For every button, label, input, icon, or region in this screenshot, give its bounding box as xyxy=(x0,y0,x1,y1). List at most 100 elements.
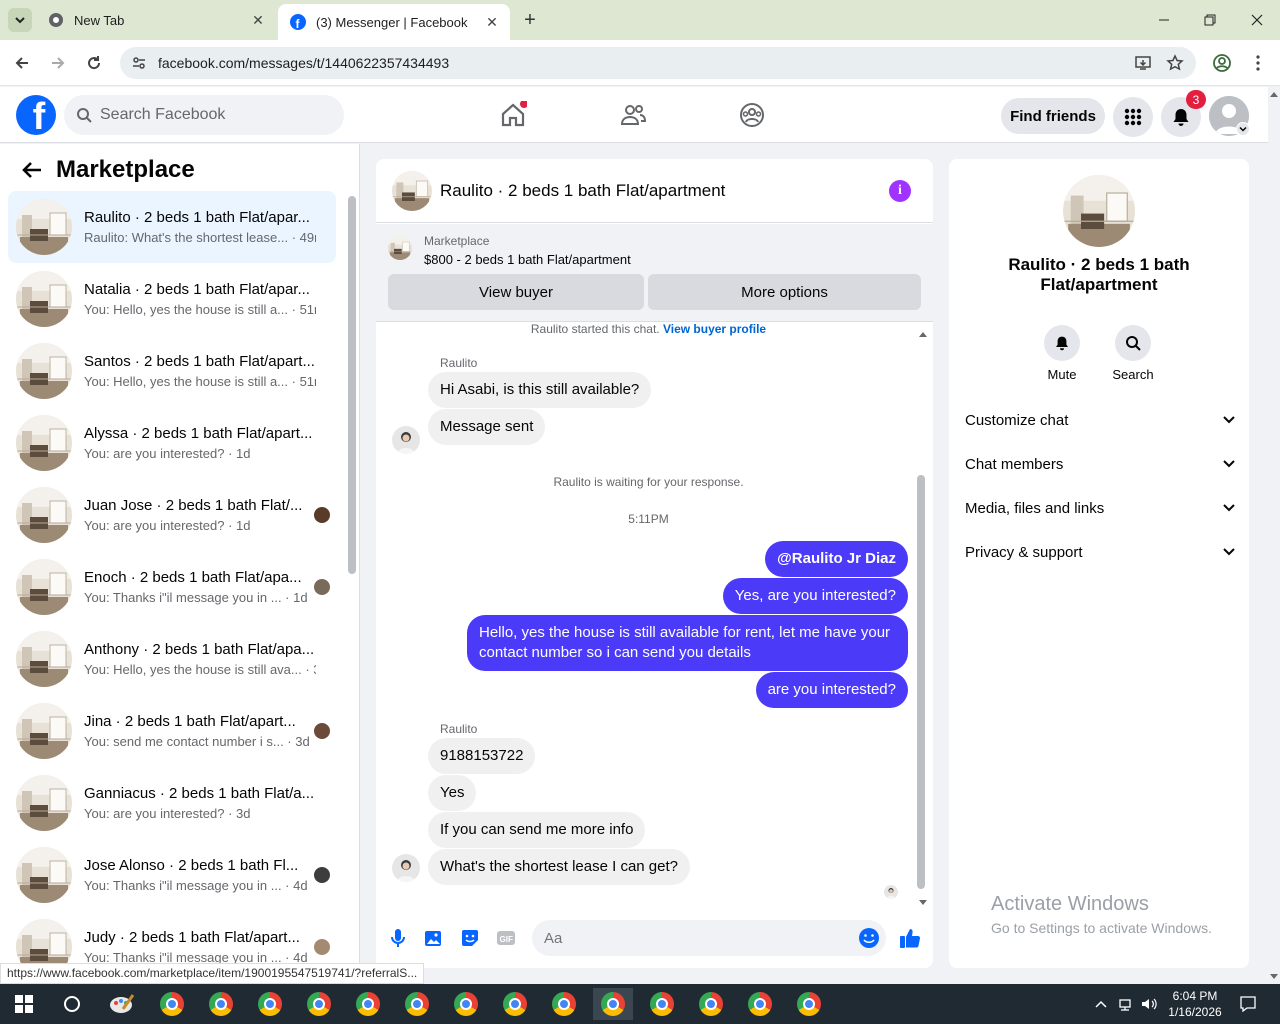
incoming-message[interactable]: If you can send me more info xyxy=(428,812,646,848)
incoming-message[interactable]: 9188153722 xyxy=(428,738,536,774)
chrome-taskbar-icon[interactable] xyxy=(691,988,731,1020)
message-input-field[interactable] xyxy=(532,920,886,956)
back-arrow-icon[interactable] xyxy=(18,156,46,184)
find-friends-button[interactable]: Find friends xyxy=(1001,98,1105,134)
chrome-taskbar-icon[interactable] xyxy=(544,988,584,1020)
like-thumbs-up-icon[interactable] xyxy=(892,920,928,956)
conversation-item[interactable]: Enoch · 2 beds 1 bath Flat/apa... You: Th… xyxy=(8,551,336,623)
emoji-icon[interactable] xyxy=(858,927,880,954)
incoming-message[interactable]: What's the shortest lease I can get? xyxy=(428,849,690,885)
chrome-taskbar-icon[interactable] xyxy=(397,988,437,1020)
listing-price-title[interactable]: $800 - 2 beds 1 bath Flat/apartment xyxy=(424,252,631,267)
paint-app-icon[interactable] xyxy=(102,988,142,1020)
home-nav-icon[interactable] xyxy=(493,95,533,135)
incoming-message[interactable]: Message sent xyxy=(428,409,546,445)
install-app-icon[interactable] xyxy=(1132,52,1154,74)
conversation-item[interactable]: Jina · 2 beds 1 bath Flat/apart... You: s… xyxy=(8,695,336,767)
notification-center-icon[interactable] xyxy=(1228,988,1268,1020)
tab-search-menu-button[interactable] xyxy=(8,8,32,32)
facebook-search[interactable] xyxy=(64,95,344,135)
conversation-item[interactable]: Juan Jose · 2 beds 1 bath Flat/... You: a… xyxy=(8,479,336,551)
outgoing-message[interactable]: Yes, are you interested? xyxy=(722,578,908,614)
chrome-taskbar-icon[interactable] xyxy=(642,988,682,1020)
tab-messenger[interactable]: f (3) Messenger | Facebook ✕ xyxy=(278,4,510,40)
scrollbar[interactable] xyxy=(917,475,925,889)
close-tab-icon[interactable]: ✕ xyxy=(482,12,502,32)
info-icon[interactable]: i xyxy=(889,179,911,202)
scroll-up-icon[interactable] xyxy=(918,325,928,343)
facebook-logo[interactable]: f xyxy=(16,95,56,135)
chat-members-section[interactable]: Chat members xyxy=(965,444,1235,484)
chrome-taskbar-icon[interactable] xyxy=(446,988,486,1020)
menu-grid-icon[interactable] xyxy=(1113,97,1153,137)
scrollbar[interactable] xyxy=(348,196,356,574)
page-scrollbar[interactable] xyxy=(1268,87,1280,984)
groups-nav-icon[interactable] xyxy=(732,95,772,135)
chat-title[interactable]: Raulito · 2 beds 1 bath Flat/apartment xyxy=(440,181,889,201)
conversation-item[interactable]: Natalia · 2 beds 1 bath Flat/apar... You:… xyxy=(8,263,336,335)
photo-icon[interactable] xyxy=(416,920,452,956)
back-arrow-icon[interactable] xyxy=(10,51,34,75)
search-circle-icon[interactable] xyxy=(52,988,92,1020)
chrome-taskbar-icon[interactable] xyxy=(495,988,535,1020)
incoming-message[interactable]: Hi Asabi, is this still available? xyxy=(428,372,652,408)
sticker-icon[interactable] xyxy=(452,920,488,956)
search-input[interactable] xyxy=(100,106,320,124)
outgoing-message[interactable]: are you interested? xyxy=(755,672,908,708)
new-tab-button[interactable]: + xyxy=(518,9,542,31)
chrome-taskbar-icon[interactable] xyxy=(250,988,290,1020)
restore-icon[interactable] xyxy=(1198,8,1222,32)
conversation-item[interactable]: Raulito · 2 beds 1 bath Flat/apar... Raul… xyxy=(8,191,336,263)
view-buyer-button[interactable]: View buyer xyxy=(388,274,644,310)
media-files-links-section[interactable]: Media, files and links xyxy=(965,488,1235,528)
profile-icon[interactable] xyxy=(1210,51,1234,75)
windows-start-icon[interactable] xyxy=(4,988,44,1020)
site-info-icon[interactable] xyxy=(130,54,148,72)
scroll-down-icon[interactable] xyxy=(1268,972,1280,982)
mute-button[interactable]: Mute xyxy=(1032,325,1092,382)
chrome-taskbar-icon[interactable] xyxy=(740,988,780,1020)
address-bar[interactable]: facebook.com/messages/t/1440622357434493 xyxy=(120,47,1196,79)
conversation-item[interactable]: Alyssa · 2 beds 1 bath Flat/apart... You:… xyxy=(8,407,336,479)
gif-icon[interactable]: GIF xyxy=(488,920,524,956)
message-input[interactable] xyxy=(544,929,844,947)
tray-chevron-up-icon[interactable] xyxy=(1094,999,1108,1009)
incoming-message[interactable]: Yes xyxy=(428,775,477,811)
close-window-icon[interactable] xyxy=(1245,8,1269,32)
reload-icon[interactable] xyxy=(82,51,106,75)
bookmark-star-icon[interactable] xyxy=(1164,52,1186,74)
chrome-taskbar-icon[interactable] xyxy=(593,988,633,1020)
conversation-item[interactable]: Jose Alonso · 2 beds 1 bath Fl... You: Th… xyxy=(8,839,336,911)
taskbar-clock[interactable]: 6:04 PM 1/16/2026 xyxy=(1160,988,1230,1020)
chrome-taskbar-icon[interactable] xyxy=(299,988,339,1020)
chrome-taskbar-icon[interactable] xyxy=(789,988,829,1020)
tab-new-tab[interactable]: New Tab ✕ xyxy=(36,4,276,36)
conversation-item[interactable]: Santos · 2 beds 1 bath Flat/apart... You:… xyxy=(8,335,336,407)
view-buyer-profile-link[interactable]: View buyer profile xyxy=(663,322,766,336)
privacy-support-section[interactable]: Privacy & support xyxy=(965,532,1235,572)
volume-icon[interactable] xyxy=(1140,996,1158,1012)
more-menu-icon[interactable] xyxy=(1246,51,1270,75)
sender-avatar[interactable] xyxy=(392,854,420,882)
customize-chat-section[interactable]: Customize chat xyxy=(965,400,1235,440)
account-chevron-icon[interactable] xyxy=(1236,122,1250,136)
forward-arrow-icon[interactable] xyxy=(46,51,70,75)
close-tab-icon[interactable]: ✕ xyxy=(248,10,268,30)
chrome-taskbar-icon[interactable] xyxy=(201,988,241,1020)
conversation-item[interactable]: Ganniacus · 2 beds 1 bath Flat/a... You: … xyxy=(8,767,336,839)
friends-nav-icon[interactable] xyxy=(613,95,653,135)
conversation-item[interactable]: Anthony · 2 beds 1 bath Flat/apa... You: … xyxy=(8,623,336,695)
chrome-taskbar-icon[interactable] xyxy=(152,988,192,1020)
listing-thumbnail-large[interactable] xyxy=(1063,175,1135,247)
network-icon[interactable] xyxy=(1118,996,1136,1012)
outgoing-message[interactable]: @Raulito Jr Diaz xyxy=(765,541,908,577)
more-options-button[interactable]: More options xyxy=(648,274,921,310)
search-chat-button[interactable]: Search xyxy=(1103,325,1163,382)
listing-thumbnail[interactable] xyxy=(392,170,432,211)
scroll-up-icon[interactable] xyxy=(1268,89,1280,99)
outgoing-message[interactable]: Hello, yes the house is still available … xyxy=(467,615,908,671)
minimize-icon[interactable] xyxy=(1152,8,1176,32)
chrome-taskbar-icon[interactable] xyxy=(348,988,388,1020)
scroll-down-icon[interactable] xyxy=(918,894,928,912)
microphone-icon[interactable] xyxy=(380,920,416,956)
